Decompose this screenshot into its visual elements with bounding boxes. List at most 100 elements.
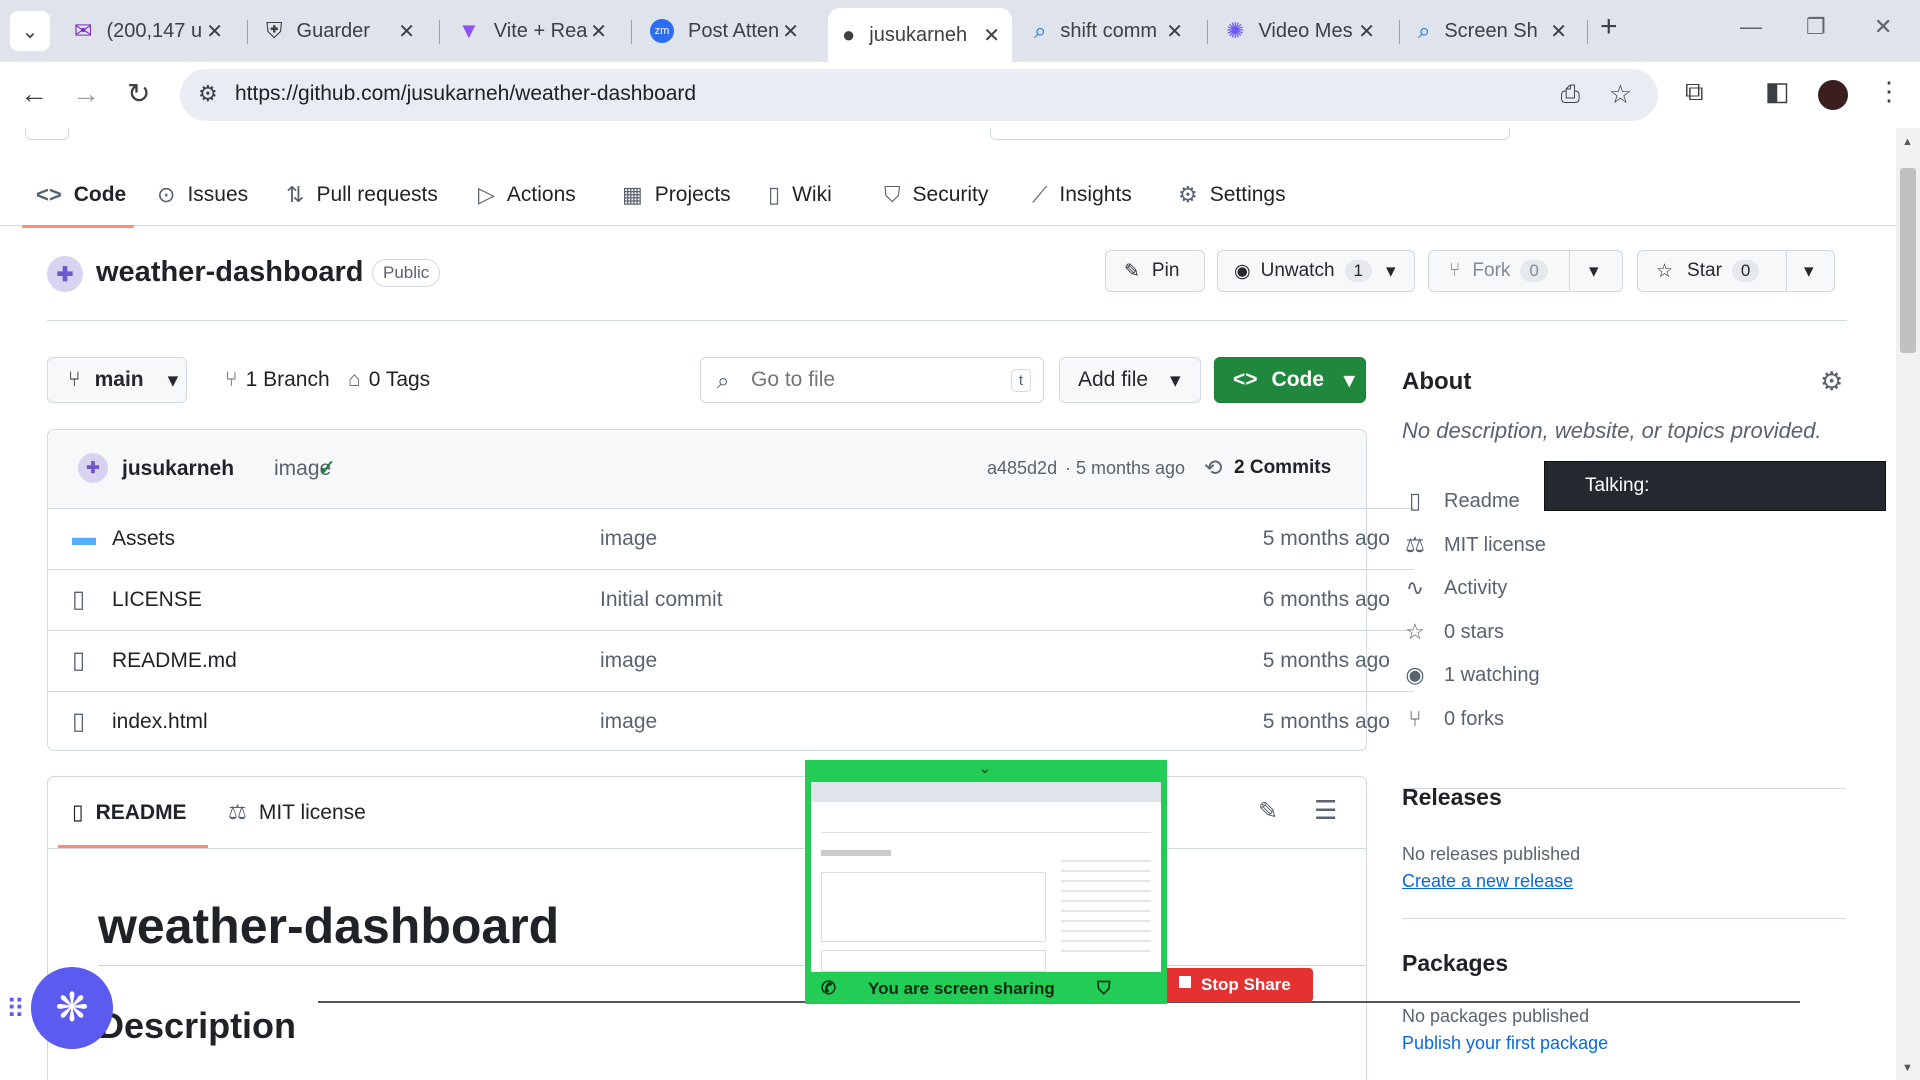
unwatch-button[interactable]: ◉ Unwatch 1 ▾ (1217, 250, 1415, 292)
license-tab[interactable]: ⚖ MIT license (228, 800, 366, 825)
screen-share-preview[interactable]: ⌄ ✆ You are screen sharing ⛉ (805, 760, 1167, 1004)
stop-share-button[interactable]: Stop Share (1167, 968, 1313, 1002)
file-commit-message[interactable]: image (600, 649, 657, 673)
mail-icon: ✉ (74, 18, 93, 43)
about-watching-link[interactable]: ◉ 1 watching (1402, 662, 1539, 688)
edit-pencil-icon[interactable]: ✎ (1258, 797, 1278, 826)
file-row[interactable]: ▯ README.md image 5 months ago (48, 630, 1414, 691)
new-tab-plus-icon[interactable]: + (1600, 10, 1618, 44)
packages-heading[interactable]: Packages (1402, 950, 1508, 977)
tab-code[interactable]: <> Code (36, 182, 126, 208)
address-bar[interactable]: ⚙ https://github.com/jusukarneh/weather-… (180, 69, 1658, 121)
fork-icon: ⑂ (1408, 706, 1422, 731)
gear-icon[interactable]: ⚙ (1820, 366, 1843, 397)
tab-issues[interactable]: ⊙ Issues (157, 182, 248, 208)
tab-5-active[interactable]: ● jusukarneh ✕ (828, 8, 1012, 62)
window-close-icon[interactable]: ✕ (1874, 14, 1892, 40)
tab-search-menu-button[interactable]: ⌄ (10, 11, 50, 51)
profile-avatar[interactable] (1818, 80, 1848, 110)
close-icon[interactable]: ✕ (590, 19, 607, 44)
close-icon[interactable]: ✕ (398, 19, 415, 44)
file-name[interactable]: README.md (112, 649, 237, 673)
go-to-file-input[interactable]: ⌕ t (700, 357, 1044, 403)
create-release-link[interactable]: Create a new release (1402, 871, 1573, 892)
readme-panel: ▯ README ⚖ MIT license ✎ ☰ weather-dashboa… (47, 776, 1367, 1080)
commit-hash[interactable]: a485d2d (987, 458, 1057, 479)
tab-8[interactable]: ⌕ Screen Sh ✕ (1404, 11, 1579, 51)
restore-icon[interactable]: ❐ (1806, 14, 1826, 40)
tab-settings[interactable]: ⚙ Settings (1178, 182, 1286, 208)
url-text[interactable]: https://github.com/jusukarneh/weather-da… (235, 82, 696, 106)
about-stars-link[interactable]: ☆ 0 stars (1402, 619, 1504, 645)
forward-arrow-icon[interactable]: → (72, 80, 100, 108)
commits-link[interactable]: 2 Commits (1234, 457, 1331, 479)
pin-button[interactable]: ✎ Pin (1105, 250, 1205, 292)
file-row[interactable]: ▯ LICENSE Initial commit 6 months ago (48, 569, 1414, 630)
tab-security[interactable]: ⛉ Security (884, 182, 988, 208)
site-settings-icon[interactable]: ⚙ (198, 81, 218, 107)
side-panel-icon[interactable]: ◧ (1765, 76, 1790, 107)
repo-name[interactable]: weather-dashboard (96, 256, 364, 289)
file-row[interactable]: ▬ Assets image 5 months ago (48, 508, 1414, 569)
scroll-up-arrow-icon[interactable]: ▲ (1902, 136, 1913, 148)
page-scrollbar[interactable]: ▲ ▼ (1896, 128, 1920, 1080)
tab-wiki[interactable]: ▯ Wiki (768, 182, 832, 208)
minimize-icon[interactable]: — (1740, 14, 1762, 40)
code-button[interactable]: <> Code ▾ (1214, 357, 1366, 403)
add-file-button[interactable]: Add file ▾ (1059, 357, 1201, 403)
fork-button[interactable]: ⑂ Fork 0 ▾ (1428, 250, 1623, 292)
branch-select[interactable]: ⑂ main ▾ (47, 357, 187, 403)
publish-package-link[interactable]: Publish your first package (1402, 1033, 1608, 1054)
close-icon[interactable]: ✕ (206, 19, 223, 44)
floating-assistant-button[interactable]: ❋ (31, 967, 113, 1049)
tab-projects[interactable]: ▦ Projects (622, 182, 731, 208)
tab-4[interactable]: zm Post Atten ✕ (636, 11, 811, 51)
install-app-icon[interactable]: ⎙ (1561, 81, 1580, 109)
outline-list-icon[interactable]: ☰ (1314, 795, 1337, 826)
tab-insights[interactable]: ⟋ Insights (1032, 182, 1132, 208)
code-icon: <> (1233, 368, 1258, 391)
bookmark-star-icon[interactable]: ☆ (1609, 79, 1632, 110)
file-commit-message[interactable]: image (600, 527, 657, 551)
file-row[interactable]: ▯ index.html image 5 months ago (48, 691, 1414, 751)
book-icon: ▯ (72, 801, 84, 824)
reload-icon[interactable]: ↻ (127, 80, 150, 108)
drag-handle-icon[interactable]: ⠿ (6, 994, 25, 1025)
file-commit-message[interactable]: Initial commit (600, 588, 723, 612)
readme-tab[interactable]: ▯ README (72, 800, 187, 825)
close-icon[interactable]: ✕ (1358, 19, 1375, 44)
close-icon[interactable]: ✕ (1550, 19, 1567, 44)
close-icon[interactable]: ✕ (983, 23, 1000, 48)
releases-heading[interactable]: Releases (1402, 784, 1502, 810)
check-icon[interactable]: ✓ (318, 455, 336, 481)
menu-kebab-icon[interactable]: ⋮ (1876, 76, 1902, 107)
commit-author[interactable]: jusukarneh (122, 457, 234, 481)
about-activity-link[interactable]: ∿ Activity (1402, 575, 1508, 601)
tab-7[interactable]: ✺ Video Mes ✕ (1212, 11, 1387, 51)
close-icon[interactable]: ✕ (782, 19, 799, 44)
tab-actions[interactable]: ▷ Actions (478, 182, 576, 208)
file-name[interactable]: LICENSE (112, 588, 202, 612)
tab-3[interactable]: ▼ Vite + Rea ✕ (444, 11, 619, 51)
branches-link[interactable]: ⑂ 1 Branch (225, 368, 330, 392)
file-commit-message[interactable]: image (600, 710, 657, 734)
tags-link[interactable]: ⌂ 0 Tags (348, 368, 430, 392)
about-forks-link[interactable]: ⑂ 0 forks (1402, 706, 1504, 732)
scrollbar-thumb[interactable] (1900, 168, 1916, 353)
about-readme-link[interactable]: ▯ Readme (1402, 488, 1520, 514)
branch-label: main (94, 368, 144, 391)
tab-pull-requests[interactable]: ⇅ Pull requests (286, 182, 438, 208)
file-name[interactable]: Assets (112, 527, 175, 551)
go-to-file-field[interactable] (751, 368, 991, 392)
close-icon[interactable]: ✕ (1166, 19, 1183, 44)
file-name[interactable]: index.html (112, 710, 208, 734)
scroll-down-arrow-icon[interactable]: ▼ (1902, 1062, 1913, 1074)
tab-6[interactable]: ⌕ shift comm ✕ (1020, 11, 1195, 51)
back-arrow-icon[interactable]: ← (20, 80, 48, 108)
about-license-link[interactable]: ⚖ MIT license (1402, 532, 1546, 558)
extensions-puzzle-icon[interactable]: ⧉ (1685, 76, 1704, 108)
tab-2[interactable]: ⛨ Guarder ✕ (252, 11, 427, 51)
chevron-down-icon[interactable]: ⌄ (979, 760, 991, 777)
star-button[interactable]: ☆ Star 0 ▾ (1637, 250, 1835, 292)
tab-1[interactable]: ✉ (200,147 u ✕ (60, 11, 235, 51)
